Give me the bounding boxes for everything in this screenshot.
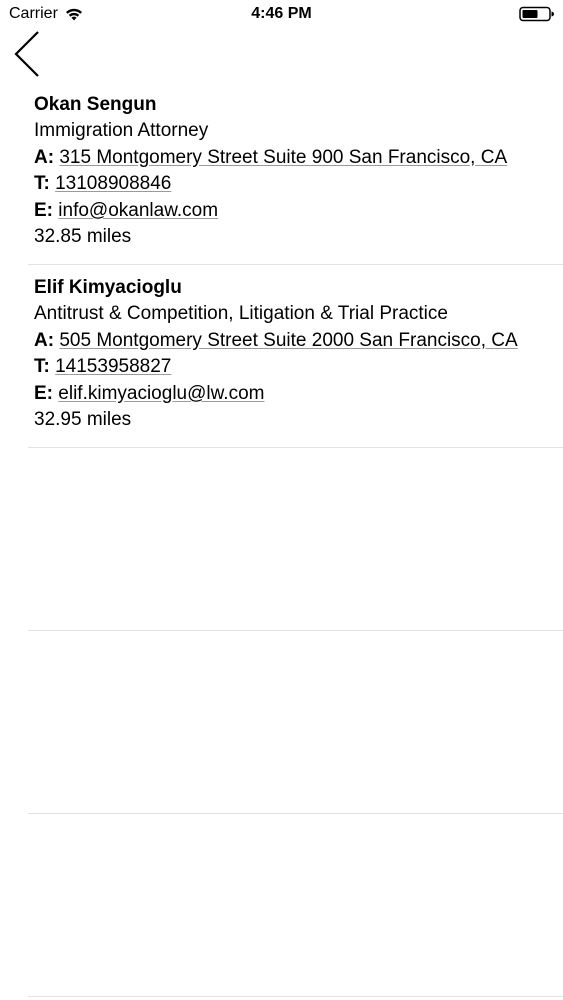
email-link[interactable]: elif.kimyacioglu@lw.com <box>58 383 264 404</box>
back-button[interactable] <box>10 28 46 82</box>
email-label: E: <box>34 382 53 404</box>
email-line: E: elif.kimyacioglu@lw.com <box>34 381 563 407</box>
attorney-list: Okan Sengun Immigration Attorney A: 315 … <box>28 82 563 997</box>
phone-link[interactable]: 13108908846 <box>55 173 171 194</box>
distance: 32.85 miles <box>34 226 132 248</box>
practice-area: Antitrust & Competition, Litigation & Tr… <box>34 303 448 325</box>
address-link[interactable]: 315 Montgomery Street Suite 900 San Fran… <box>59 147 507 168</box>
status-time: 4:46 PM <box>251 5 312 22</box>
phone-line: T: 13108908846 <box>34 171 563 197</box>
status-bar: Carrier 4:46 PM <box>0 0 563 30</box>
attorney-name: Okan Sengun <box>34 94 157 115</box>
email-line: E: info@okanlaw.com <box>34 198 563 224</box>
address-link[interactable]: 505 Montgomery Street Suite 2000 San Fra… <box>59 330 517 351</box>
phone-link[interactable]: 14153958827 <box>55 356 171 377</box>
list-item[interactable]: Okan Sengun Immigration Attorney A: 315 … <box>28 82 563 265</box>
address-line: A: 315 Montgomery Street Suite 900 San F… <box>34 145 563 171</box>
empty-row <box>28 631 563 814</box>
phone-label: T: <box>34 356 50 378</box>
empty-row <box>28 814 563 997</box>
practice-area: Immigration Attorney <box>34 120 209 142</box>
address-label: A: <box>34 146 55 168</box>
attorney-name: Elif Kimyacioglu <box>34 277 182 298</box>
phone-label: T: <box>34 173 50 195</box>
empty-row <box>28 448 563 631</box>
chevron-left-icon <box>14 31 39 77</box>
battery-icon <box>519 6 554 22</box>
phone-line: T: 14153958827 <box>34 354 563 380</box>
attorney-entry: Okan Sengun Immigration Attorney A: 315 … <box>34 92 563 250</box>
attorney-entry: Elif Kimyacioglu Antitrust & Competition… <box>34 275 563 433</box>
email-link[interactable]: info@okanlaw.com <box>58 200 218 221</box>
address-line: A: 505 Montgomery Street Suite 2000 San … <box>34 328 563 354</box>
email-label: E: <box>34 199 53 221</box>
distance: 32.95 miles <box>34 409 132 431</box>
address-label: A: <box>34 329 55 351</box>
list-item[interactable]: Elif Kimyacioglu Antitrust & Competition… <box>28 265 563 448</box>
